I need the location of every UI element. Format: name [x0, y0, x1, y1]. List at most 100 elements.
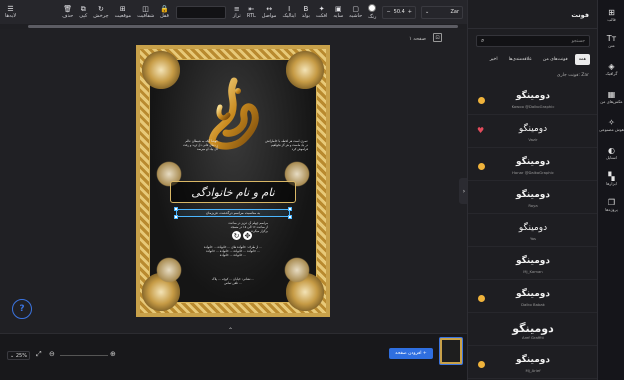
position-button[interactable]: ⊞ موقعیت: [112, 1, 134, 23]
intro-text[interactable]: خوشا آنکه به شیطانِ عالم ز دنیایِ فانی د…: [158, 139, 218, 151]
tools-icon: ▚: [608, 172, 615, 181]
nav-item-projects[interactable]: ❐ پروژه‌ها: [598, 198, 624, 212]
shadow-button[interactable]: ▣ سایه: [330, 1, 346, 23]
fit-screen-icon[interactable]: ⤢: [36, 350, 42, 359]
toolbar-label: حذف: [62, 13, 74, 19]
nav-item-style[interactable]: ◐ استایل: [598, 146, 624, 160]
bold-button[interactable]: B بولد: [299, 1, 313, 23]
format-group: ≡ تراز ⇤ RTL ↔ مواصل I ایتالیک B بولد ✦ افکت ▣ سایه ▢ ح…: [230, 1, 380, 23]
poster[interactable]: خوشا آنکه به شیطانِ عالم ز دنیایِ فانی د…: [136, 45, 330, 317]
tab-label: اخیر: [489, 57, 498, 62]
border-button[interactable]: ▢ حاشیه: [346, 1, 365, 23]
font-list-item[interactable]: دومینگو Dalko Babak: [468, 280, 598, 313]
page-thumbnail[interactable]: [439, 337, 463, 365]
favorite-dot-icon[interactable]: [478, 163, 485, 170]
font-list-item[interactable]: دومینگو Yas: [468, 214, 598, 247]
tab-recent[interactable]: اخیر: [486, 54, 502, 65]
help-button[interactable]: ?: [12, 299, 32, 319]
nav-item-tools[interactable]: ▚ ابزارها: [598, 172, 624, 186]
add-page-button[interactable]: افزودن صفحه +: [389, 348, 433, 359]
color-button[interactable]: رنگ: [365, 1, 379, 23]
font-list-item[interactable]: دومینگو Mj_Arief: [468, 346, 598, 379]
font-list-item[interactable]: دومینگو Roya: [468, 181, 598, 214]
family-text[interactable]: از طرف: خانواده های ... خانواده ... خانو…: [166, 245, 300, 257]
ceremony-line: برگزار میگردد: [250, 229, 268, 233]
resize-handle[interactable]: [288, 207, 292, 211]
heart-icon[interactable]: ♥: [477, 126, 484, 135]
resize-handle[interactable]: [288, 215, 292, 219]
panel-title: فونت: [571, 11, 589, 19]
font-list-item[interactable]: دومینگو Vazir ♥: [468, 115, 598, 148]
nav-item-template[interactable]: ⊞ قالب: [598, 8, 624, 22]
font-list-item[interactable]: دومینگو Kowoo @DalkoGraphic: [468, 82, 598, 115]
opacity-icon: ◫: [142, 5, 149, 13]
spacing-icon: ↔: [266, 5, 273, 13]
address-line: تلفن تماس ...: [224, 281, 242, 285]
zoom-out-icon[interactable]: ⊖: [49, 350, 55, 358]
align-button[interactable]: ≡ تراز: [230, 1, 244, 23]
font-name: Dalko Babak: [521, 302, 545, 307]
nav-item-text[interactable]: Tт متن: [598, 34, 624, 48]
text-input-box[interactable]: [175, 5, 226, 19]
nav-label: متن: [608, 43, 615, 48]
font-list-item[interactable]: دومینگو Aref Graffiti: [468, 313, 598, 346]
font-search-input[interactable]: ⌕ جستجو: [476, 35, 590, 47]
toolbar-label: سایه: [333, 13, 344, 19]
favorite-dot-icon[interactable]: [478, 361, 485, 368]
tab-my-fonts[interactable]: فونت‌های من: [539, 54, 572, 65]
tab-all[interactable]: همه: [574, 54, 590, 65]
opacity-button[interactable]: ◫ شفافیت: [134, 1, 157, 23]
tab-label: فونت‌های من: [542, 57, 568, 62]
font-size-control[interactable]: − 50.4 +: [382, 5, 416, 19]
top-toolbar: ☰ لایه‌ها 🗑 حذف ⧉ کپی ↻ چرخش ⊞ موقعیت ◫ شفافیت 🔒 قف…: [0, 0, 467, 24]
font-list-item[interactable]: دومینگو Mj_Kaman: [468, 247, 598, 280]
memorial-text[interactable]: عمری است هر لحظه با خاطراتش در یادِ ماست…: [248, 139, 308, 151]
graphic-icon: ◈: [608, 62, 615, 71]
scroll-thumb[interactable]: [28, 25, 458, 28]
ceremony-text[interactable]: مراسم چهلم آن عزیز در ساعت از ساعت ۱۶ ال…: [198, 221, 268, 233]
zoom-in-icon[interactable]: ⊕: [110, 350, 116, 358]
text-icon: Tт: [606, 34, 617, 43]
rtl-button[interactable]: ⇤ RTL: [244, 1, 259, 23]
shadow-icon: ▣: [334, 5, 342, 13]
copy-icon: ⧉: [80, 5, 86, 13]
zoom-select[interactable]: ⌄ 25%: [7, 351, 30, 360]
size-plus[interactable]: +: [408, 9, 412, 15]
photos-icon: ▦: [607, 90, 616, 99]
layers-button[interactable]: ☰ لایه‌ها: [2, 1, 19, 23]
font-family-select[interactable]: ⌄ Zar: [421, 5, 463, 19]
rotate-button[interactable]: ↻ چرخش: [90, 1, 111, 23]
nav-item-ai[interactable]: ✧ هوش مصنوعی: [598, 118, 624, 132]
favorite-dot-icon[interactable]: [478, 295, 485, 302]
address-text[interactable]: نشانی: خیابان ... کوچه ... پلاک ... تلفن…: [186, 277, 280, 285]
favorite-dot-icon[interactable]: [478, 97, 485, 104]
name-banner[interactable]: نام و نام خانوادگی: [170, 181, 296, 203]
lock-button[interactable]: 🔒 قفل: [157, 1, 172, 23]
font-list-item[interactable]: دومینگو Honar @DalkoGraphic: [468, 148, 598, 181]
nav-label: ابزارها: [606, 181, 617, 186]
spacing-button[interactable]: ↔ مواصل: [259, 1, 280, 23]
tab-favorites[interactable]: علاقه‌مندی‌ها: [505, 54, 536, 65]
page-settings-icon[interactable]: ⊡: [433, 33, 442, 42]
copy-button[interactable]: ⧉ کپی: [76, 1, 90, 23]
selected-text: به مناسبت مراسم درگذشت عزیزمان: [205, 211, 261, 215]
resize-handle[interactable]: [174, 207, 178, 211]
page-label: صفحه ۱: [409, 36, 426, 42]
size-minus[interactable]: −: [386, 9, 390, 15]
nav-item-graphic[interactable]: ◈ گرافیک: [598, 62, 624, 76]
resize-handle[interactable]: [174, 215, 178, 219]
trash-button[interactable]: 🗑 حذف: [59, 1, 76, 23]
zoom-slider[interactable]: [60, 355, 108, 356]
font-name: Honar @DalkoGraphic: [512, 170, 554, 175]
italic-button[interactable]: I ایتالیک: [279, 1, 298, 23]
nav-label: گرافیک: [605, 71, 618, 76]
nav-item-photos[interactable]: ▦ عکس‌های من: [598, 90, 624, 104]
right-nav: ⊞ قالب Tт متن ◈ گرافیک ▦ عکس‌های من ✧ هوش مصنوعی ◐…: [597, 0, 624, 380]
effect-button[interactable]: ✦ افکت: [313, 1, 330, 23]
toolbar-label: افکت: [315, 13, 328, 19]
effect-icon: ✦: [318, 5, 325, 13]
font-name: Kowoo @DalkoGraphic: [511, 104, 555, 109]
selected-text-box[interactable]: به مناسبت مراسم درگذشت عزیزمان: [174, 207, 292, 219]
trash-icon: 🗑: [63, 5, 73, 13]
toolbar-label: ایتالیک: [282, 13, 296, 19]
